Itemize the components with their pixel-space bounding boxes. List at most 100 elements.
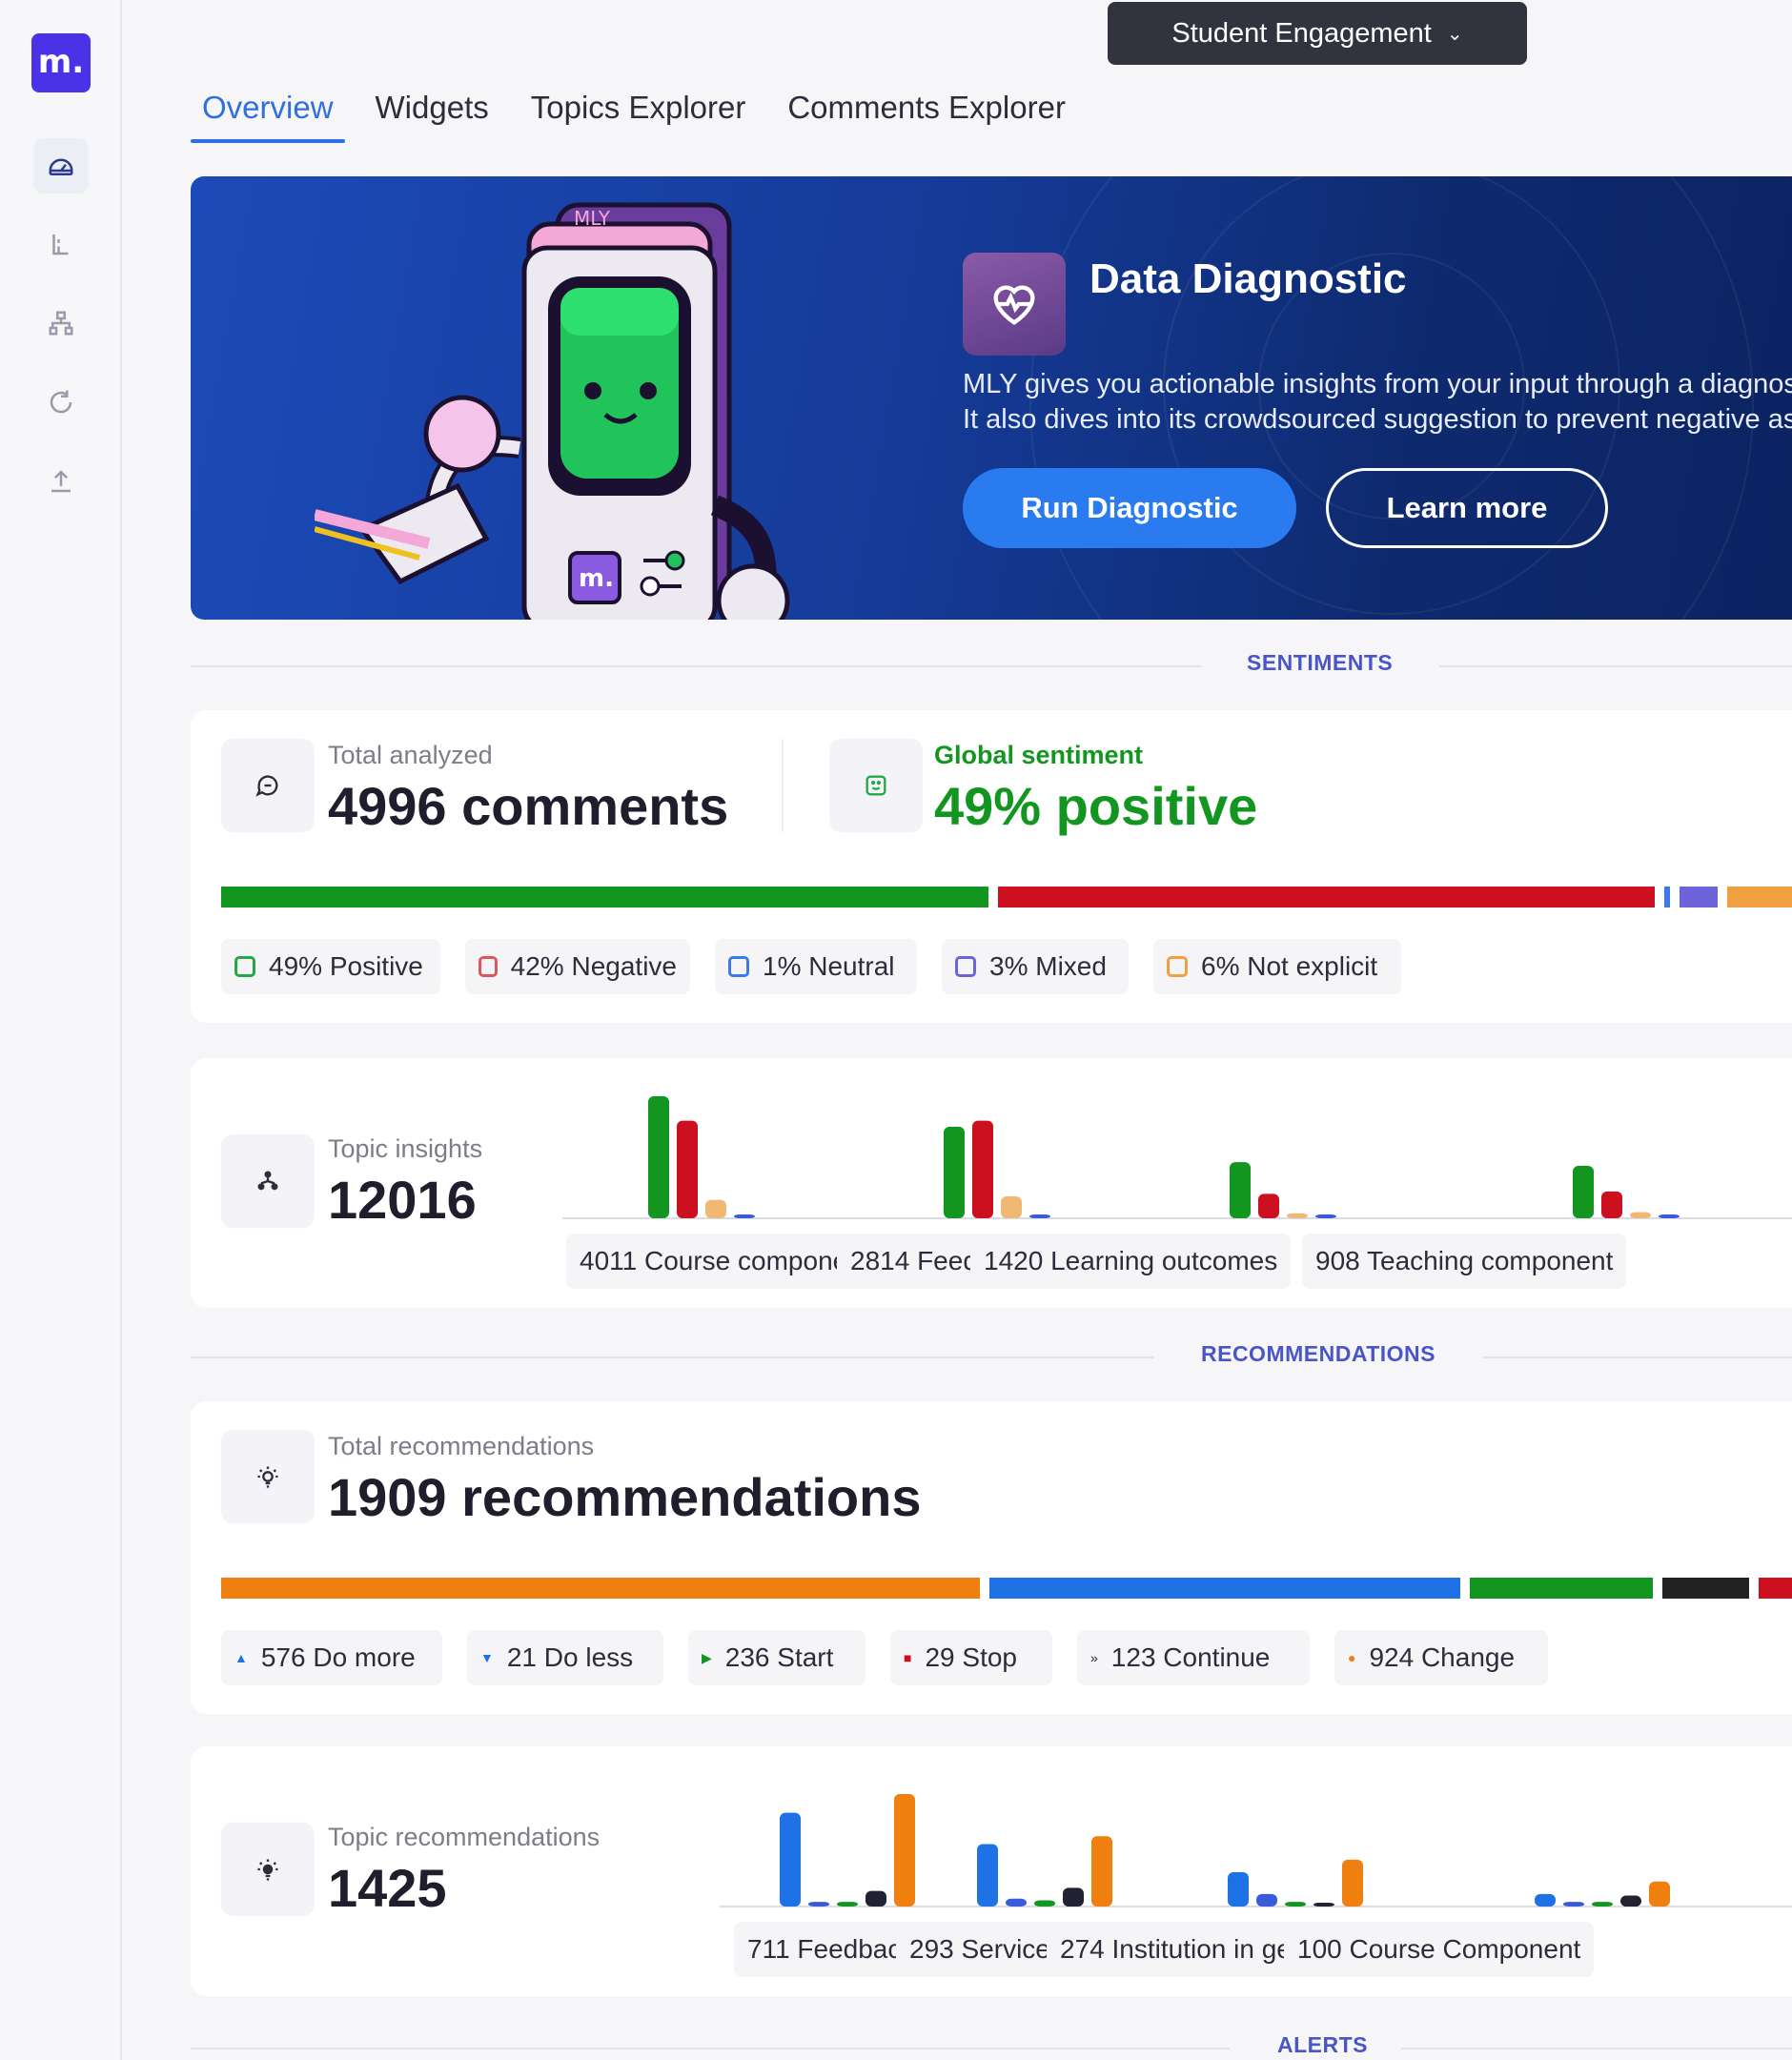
divider-line <box>1439 665 1792 667</box>
legend-chip[interactable]: ● 924 Change <box>1334 1630 1548 1685</box>
chart-bar[interactable] <box>1256 1893 1277 1907</box>
chart-bar[interactable] <box>1649 1881 1670 1907</box>
chart-bar[interactable] <box>780 1812 801 1907</box>
chart-bar[interactable] <box>1034 1900 1055 1907</box>
bar-segment-neutral <box>1663 887 1671 908</box>
chart-bar[interactable] <box>1630 1212 1651 1218</box>
chart-bar[interactable] <box>1620 1895 1641 1907</box>
topic-insights-card: Topic insights 12016 4011 Course compone… <box>191 1058 1792 1308</box>
refresh-icon[interactable] <box>33 375 89 430</box>
legend-chip[interactable]: 6% Not explicit <box>1153 939 1401 994</box>
legend-chip[interactable]: ▲ 576 Do more <box>221 1630 442 1685</box>
legend-chip-label: 29 Stop <box>925 1642 1017 1672</box>
bar-segment-positive <box>221 887 989 908</box>
chart-bar[interactable] <box>1285 1902 1306 1907</box>
bar-segment-mixed <box>1680 887 1719 908</box>
total-recommendations-value: 1909 recommendations <box>328 1467 922 1527</box>
topic-recommendations-label: Topic recommendations <box>328 1823 601 1851</box>
svg-text:m.: m. <box>579 564 614 593</box>
chart-bar[interactable] <box>1029 1214 1050 1218</box>
legend-chip-label: 42% Negative <box>510 951 677 981</box>
legend-chip[interactable]: 3% Mixed <box>942 939 1129 994</box>
hierarchy-icon[interactable] <box>33 296 89 351</box>
recommendations-card: Total recommendations 1909 recommendatio… <box>191 1401 1792 1714</box>
chart-bar[interactable] <box>1006 1898 1027 1907</box>
chart-bar[interactable] <box>1230 1162 1251 1218</box>
legend-chip[interactable]: ▼ 21 Do less <box>467 1630 663 1685</box>
run-diagnostic-button[interactable]: Run Diagnostic <box>963 468 1296 548</box>
legend-chip[interactable]: ■ 29 Stop <box>890 1630 1052 1685</box>
learn-more-button[interactable]: Learn more <box>1326 468 1608 548</box>
chart-bar[interactable] <box>1091 1836 1112 1907</box>
upload-icon[interactable] <box>33 454 89 509</box>
chart-bar[interactable] <box>677 1120 698 1218</box>
divider-line <box>1401 2048 1792 2050</box>
bar-segment-do-more <box>989 1578 1461 1599</box>
topic-label[interactable]: 100 Course Component <box>1284 1922 1595 1977</box>
chart-bar[interactable] <box>1313 1903 1334 1907</box>
chart-bar[interactable] <box>865 1890 886 1907</box>
survey-selector[interactable]: Student Engagement ⌄ <box>1108 2 1527 65</box>
legend-chip[interactable]: ▶ 236 Start <box>688 1630 865 1685</box>
chart-bar[interactable] <box>894 1794 915 1907</box>
chart-bar[interactable] <box>1342 1859 1363 1907</box>
recommendation-marker-icon: ▼ <box>480 1650 494 1665</box>
topic-label[interactable]: 1420 Learning outcomes <box>970 1234 1292 1289</box>
hierarchy-icon <box>221 1134 315 1228</box>
banner-description: MLY gives you actionable insights from y… <box>963 367 1792 438</box>
chart-bar[interactable] <box>1535 1893 1556 1907</box>
chart-bar[interactable] <box>944 1127 965 1218</box>
chart-bar[interactable] <box>734 1214 755 1218</box>
app-logo[interactable]: m. <box>31 33 91 92</box>
banner-title: Data Diagnostic <box>1089 255 1407 302</box>
legend-chip[interactable]: 1% Neutral <box>715 939 917 994</box>
chart-bar[interactable] <box>1063 1887 1084 1907</box>
tab-comments-explorer[interactable]: Comments Explorer <box>776 86 1077 143</box>
banner-description-line: MLY gives you actionable insights from y… <box>963 369 1792 399</box>
topic-label[interactable]: 908 Teaching component <box>1302 1234 1627 1289</box>
chart-bar[interactable] <box>705 1199 726 1218</box>
sentiment-square-icon <box>479 956 498 977</box>
topic-recommendations-card: Topic recommendations 1425 711 Feedback 2… <box>191 1746 1792 1996</box>
chart-bar[interactable] <box>1315 1214 1336 1218</box>
chart-bar[interactable] <box>1287 1213 1308 1218</box>
chart-bar[interactable] <box>1601 1191 1622 1218</box>
chart-bar[interactable] <box>648 1096 669 1218</box>
chart-bar[interactable] <box>1258 1193 1279 1218</box>
chart-bar[interactable] <box>808 1902 829 1907</box>
chart-bar[interactable] <box>1228 1871 1249 1907</box>
chart-bar[interactable] <box>1563 1902 1584 1907</box>
sentiment-square-icon <box>234 956 255 977</box>
recommendation-marker-icon: ▶ <box>702 1649 712 1665</box>
chart-bar[interactable] <box>977 1844 998 1907</box>
total-analyzed-value: 4996 comments <box>328 776 729 836</box>
chart-bar[interactable] <box>837 1902 858 1907</box>
tab-bar: Overview Widgets Topics Explorer Comment… <box>191 86 1077 143</box>
chart-bar[interactable] <box>1592 1902 1613 1907</box>
chart-bar[interactable] <box>972 1120 993 1218</box>
recommendation-marker-icon: ▲ <box>234 1650 248 1665</box>
chart-bar[interactable] <box>1659 1214 1680 1218</box>
topic-label[interactable]: 4011 Course component <box>566 1234 884 1289</box>
bar-segment-negative <box>998 887 1655 908</box>
tab-overview[interactable]: Overview <box>191 86 345 143</box>
dashboard-icon[interactable] <box>33 138 89 194</box>
diagnostic-banner: MLY m. Data Diagnostic MLY gives you act… <box>191 176 1792 620</box>
divider-line <box>191 1356 1153 1358</box>
legend-chip[interactable]: 42% Negative <box>465 939 690 994</box>
grouped-bar-chart <box>720 1794 1792 1907</box>
sentiment-square-icon <box>955 956 976 977</box>
global-sentiment-label: Global sentiment <box>934 741 1144 769</box>
tab-widgets[interactable]: Widgets <box>364 86 500 143</box>
topic-insights-label: Topic insights <box>328 1134 483 1163</box>
legend-chip-label: 21 Do less <box>506 1642 634 1672</box>
legend-chip[interactable]: » 123 Continue <box>1077 1630 1310 1685</box>
bar-segment-other <box>1758 1578 1792 1599</box>
bar-chart-icon[interactable] <box>33 216 89 272</box>
sidebar: m. <box>0 0 122 2060</box>
tab-topics-explorer[interactable]: Topics Explorer <box>519 86 758 143</box>
chart-bar[interactable] <box>1001 1195 1022 1218</box>
chart-bar[interactable] <box>1573 1165 1594 1218</box>
legend-chip[interactable]: 49% Positive <box>221 939 440 994</box>
legend-chip-label: 576 Do more <box>260 1642 416 1672</box>
